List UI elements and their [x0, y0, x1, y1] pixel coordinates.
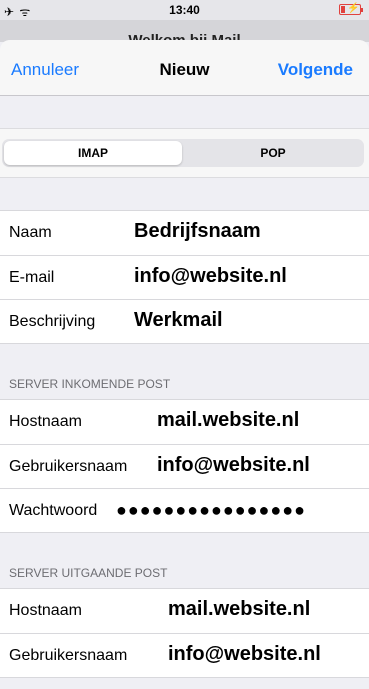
description-field[interactable]: Werkmail: [134, 309, 223, 332]
incoming-section-header: SERVER INKOMENDE POST: [9, 377, 171, 391]
account-group: Naam Bedrijfsnaam E-mail info@website.nl…: [0, 210, 369, 344]
incoming-group: Hostnaam mail.website.nl Gebruikersnaam …: [0, 399, 369, 533]
protocol-section: IMAP POP: [0, 128, 369, 178]
description-row[interactable]: Beschrijving Werkmail: [0, 299, 369, 343]
outgoing-host-field[interactable]: mail.website.nl: [168, 598, 310, 621]
battery-icon: ⚡: [339, 3, 363, 15]
name-field[interactable]: Bedrijfsnaam: [134, 220, 261, 243]
description-label: Beschrijving: [9, 313, 96, 330]
incoming-username-label: Gebruikersnaam: [9, 458, 128, 475]
incoming-host-label: Hostnaam: [9, 413, 82, 430]
incoming-host-row[interactable]: Hostnaam mail.website.nl: [0, 400, 369, 444]
outgoing-username-field[interactable]: info@website.nl: [168, 643, 321, 666]
outgoing-group: Hostnaam mail.website.nl Gebruikersnaam …: [0, 588, 369, 678]
next-button[interactable]: Volgende: [278, 60, 353, 80]
outgoing-host-row[interactable]: Hostnaam mail.website.nl: [0, 589, 369, 633]
incoming-password-label: Wachtwoord: [9, 502, 98, 519]
segment-pop[interactable]: POP: [184, 141, 362, 165]
nav-bar: Annuleer Nieuw Volgende: [0, 40, 369, 96]
outgoing-username-row[interactable]: Gebruikersnaam info@website.nl: [0, 633, 369, 677]
name-row[interactable]: Naam Bedrijfsnaam: [0, 211, 369, 255]
incoming-host-field[interactable]: mail.website.nl: [157, 409, 299, 432]
status-bar: ✈ ᯤ 13:40 ⚡: [0, 0, 369, 20]
name-label: Naam: [9, 224, 52, 241]
status-time: 13:40: [169, 3, 200, 17]
outgoing-host-label: Hostnaam: [9, 602, 82, 619]
outgoing-username-label: Gebruikersnaam: [9, 647, 128, 664]
incoming-password-row[interactable]: Wachtwoord ●●●●●●●●●●●●●●●●: [0, 488, 369, 532]
email-row[interactable]: E-mail info@website.nl: [0, 255, 369, 299]
incoming-username-field[interactable]: info@website.nl: [157, 454, 310, 477]
new-account-sheet: Annuleer Nieuw Volgende IMAP POP Naam Be…: [0, 40, 369, 689]
incoming-password-field[interactable]: ●●●●●●●●●●●●●●●●: [116, 500, 306, 521]
email-label: E-mail: [9, 269, 55, 286]
protocol-segmented-control: IMAP POP: [2, 139, 364, 167]
segment-imap[interactable]: IMAP: [4, 141, 182, 165]
background-header: Welkom bij Mail: [0, 20, 369, 49]
email-field[interactable]: info@website.nl: [134, 265, 287, 288]
outgoing-section-header: SERVER UITGAANDE POST: [9, 566, 168, 580]
incoming-username-row[interactable]: Gebruikersnaam info@website.nl: [0, 444, 369, 488]
